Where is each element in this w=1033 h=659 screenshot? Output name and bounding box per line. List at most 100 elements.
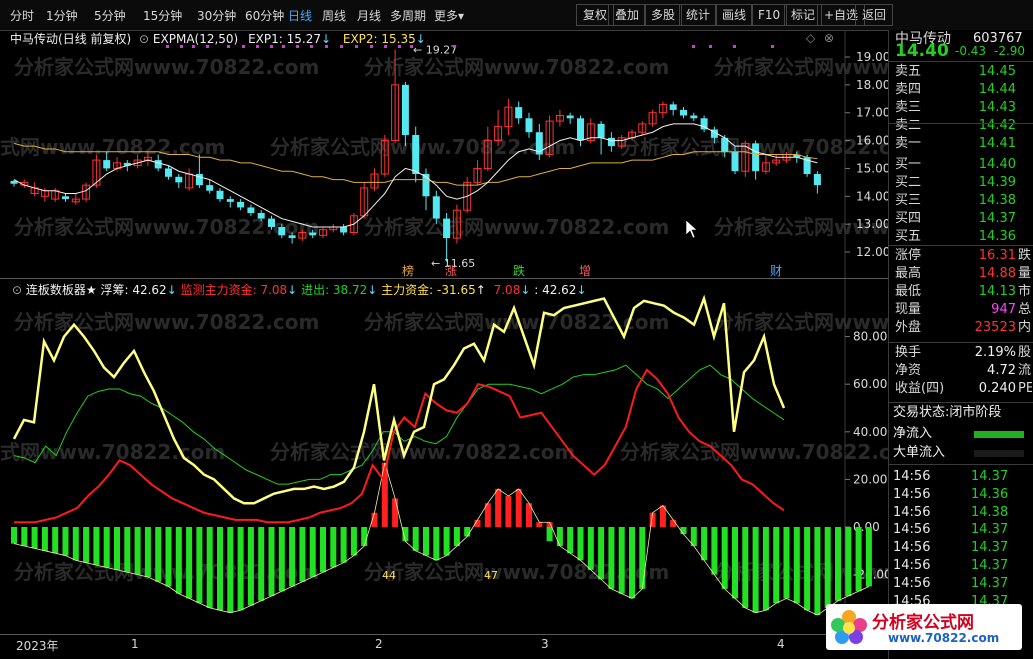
bid-level-2: 买二 14.39 [889,174,1033,192]
watermark-text: 分析家公式网www.70822.com [620,440,888,464]
tick-price: 14.37 [971,540,1009,556]
candle-body [412,135,420,175]
bid-level-5-label: 买五 [895,229,922,244]
bid-level-3-label: 买三 [895,193,922,208]
period-timeshare[interactable]: 分时 [10,7,34,24]
main-fund-bar-negative [340,527,347,563]
period-60min[interactable]: 60分钟 [245,7,284,24]
tick-row: 14:56 14.37 [893,557,1033,575]
tick-price: 14.37 [971,522,1009,538]
main-fund-bar-negative [423,527,429,556]
ask-bid-divider [888,123,1033,124]
signal-dot [410,45,413,48]
y-tick-label: 17.00 [856,106,888,120]
main-fund-bar-negative [618,527,625,594]
main-fund-bar-negative [62,527,69,556]
signal-dot [227,45,230,48]
period-daily[interactable]: 日线 [288,7,312,24]
logo-title: 分析家公式网 [872,613,974,633]
period-15min[interactable]: 15分钟 [143,7,182,24]
stat-0-label: 涨停 [895,248,922,263]
fund-indicator-chart[interactable]: 分析家公式网www.70822.com 分析家公式网www.70822.com 分析… [0,279,888,633]
ask-level-3: 卖三 14.43 [889,99,1033,117]
x-axis-label-feb: 2 [375,637,383,651]
y-tick-label: 14.00 [856,189,888,203]
overlay-button[interactable]: 叠加 [608,4,647,26]
stat-1-value: 14.88 [978,266,1016,281]
f10-button[interactable]: F10 [751,4,788,26]
ask-level-5: 卖五 14.45 [889,63,1033,81]
main-fund-bar-negative [701,527,708,561]
stat-4: 外盘 23523 内 [889,319,1033,337]
y-tick-label: 13.00 [856,217,888,231]
tick-price: 14.37 [971,575,1009,591]
tick-row: 14:56 14.36 [893,486,1033,504]
signal-dot [310,45,313,48]
tick-time: 14:56 [893,575,931,591]
y-tick-label: 18.00 [856,78,888,92]
signal-dot [242,45,245,48]
ask-level-4-label: 卖四 [895,82,922,97]
multi-stock-button[interactable]: 多股 [644,4,683,26]
net-inflow-label: 净流入 [893,426,933,441]
main-fund-bar-negative [350,527,357,556]
bid-level-1: 买一 14.40 [889,156,1033,174]
period-multi[interactable]: 多周期 [390,7,426,24]
candle-body [752,143,760,172]
period-monthly[interactable]: 月线 [357,7,381,24]
stat2-0-tail: 股 [1018,345,1032,360]
candle-body [206,185,214,191]
signal-dot [256,45,259,48]
tick-time: 14:56 [893,469,931,484]
tick-price: 14.37 [971,558,1009,573]
candle-body [237,201,245,208]
candle-body [309,232,317,236]
back-button[interactable]: 返回 [855,4,894,26]
stat-1-tail: 量 [1018,266,1032,281]
main-fund-bar-negative [247,527,254,606]
period-toolbar: 分时 1分钟 5分钟 15分钟 30分钟 60分钟 日线 周线 月线 多周期 更… [0,0,1033,31]
main-fund-bar-negative [464,527,471,537]
tick-row: 14:56 14.38 [893,504,1033,522]
main-fund-bar-negative [598,527,605,580]
period-1min[interactable]: 1分钟 [46,7,78,24]
stat-3-tail: 总 [1018,302,1032,317]
ask-level-1-label: 卖一 [895,136,922,151]
period-more[interactable]: 更多▾ [434,7,464,24]
trade-status-row: 交易状态:闭市阶段 [893,404,1001,422]
candle-body [432,196,440,219]
tick-time: 14:56 [893,558,931,573]
main-fund-bar-negative [783,527,790,599]
candlestick-chart[interactable]: 分析家公式网www.70822.com 分析家公式网www.70822.com 分析… [0,30,888,278]
period-weekly[interactable]: 周线 [322,7,346,24]
tick-time: 14:56 [893,504,931,520]
x-axis-label-jan: 1 [131,637,139,651]
annotation-label: 47 [484,569,498,582]
period-more-label: 更多 [434,9,459,23]
stat2-1-value: 4.72 [987,363,1016,378]
main-fund-bar-negative [865,527,872,587]
watermark-text: 分析家公式网www.70822.com [270,440,575,464]
bid-level-5: 买五 14.36 [889,228,1033,246]
y-tick-label: 16.00 [856,134,888,148]
main-fund-bar-negative [546,527,553,542]
main-fund-bar-negative [711,527,718,575]
draw-line-button[interactable]: 画线 [715,4,754,26]
watermark-text: 分析家公式网www.70822.com [14,55,319,79]
signal-dot [453,45,456,48]
candle-body [62,196,69,200]
period-5min[interactable]: 5分钟 [94,7,126,24]
signal-dot [692,45,695,48]
main-fund-bar-negative [330,527,337,568]
main-fund-bar-negative [175,527,182,594]
annotation-label: 44 [382,569,396,582]
main-fund-bar-negative [144,527,151,577]
high-price-marker: ← 19.27 [413,43,457,56]
candle-body [680,109,687,116]
main-fund-bar-negative [443,527,450,556]
statistics-button[interactable]: 统计 [679,4,718,26]
candle-body [597,123,605,138]
main-fund-bar-negative [577,527,584,561]
period-30min[interactable]: 30分钟 [197,7,236,24]
signal-dot [733,45,736,48]
